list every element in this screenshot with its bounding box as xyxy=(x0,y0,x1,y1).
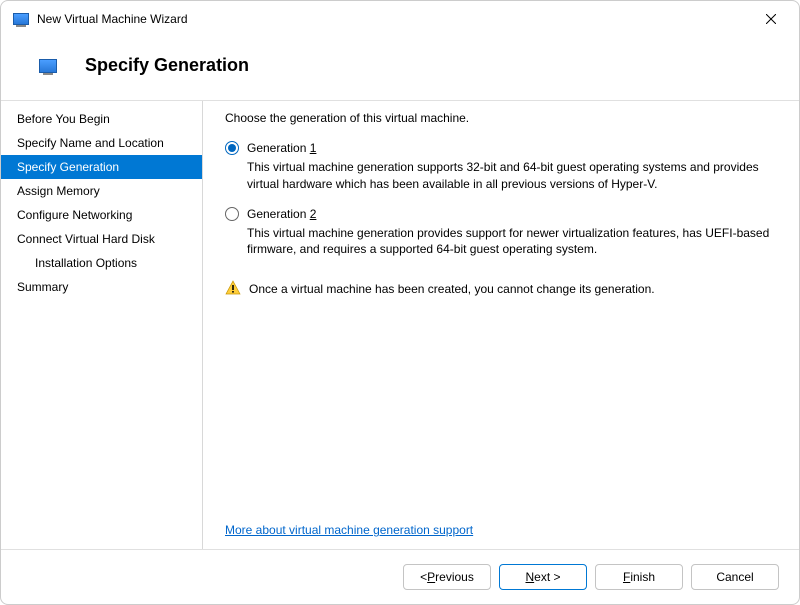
warning-notice: Once a virtual machine has been created,… xyxy=(225,280,777,298)
footer-buttons: < Previous Next > Finish Cancel xyxy=(1,549,799,604)
wizard-steps-sidebar: Before You Begin Specify Name and Locati… xyxy=(1,101,203,549)
sidebar-item-summary[interactable]: Summary xyxy=(1,275,202,299)
cancel-button[interactable]: Cancel xyxy=(691,564,779,590)
radio-gen1-input[interactable] xyxy=(225,141,239,155)
radio-gen2-input[interactable] xyxy=(225,207,239,221)
sidebar-item-configure-networking[interactable]: Configure Networking xyxy=(1,203,202,227)
radio-gen1-label: Generation 1 xyxy=(247,141,316,155)
close-icon xyxy=(766,14,776,24)
radio-gen2-description: This virtual machine generation provides… xyxy=(247,225,777,259)
warning-text: Once a virtual machine has been created,… xyxy=(249,280,655,298)
app-icon xyxy=(13,13,29,25)
sidebar-item-specify-name-location[interactable]: Specify Name and Location xyxy=(1,131,202,155)
sidebar-item-before-you-begin[interactable]: Before You Begin xyxy=(1,107,202,131)
close-button[interactable] xyxy=(755,7,787,31)
next-button[interactable]: Next > xyxy=(499,564,587,590)
warning-icon xyxy=(225,280,241,296)
previous-button[interactable]: < Previous xyxy=(403,564,491,590)
finish-button[interactable]: Finish xyxy=(595,564,683,590)
radio-gen2-label: Generation 2 xyxy=(247,207,316,221)
window-title: New Virtual Machine Wizard xyxy=(37,12,755,26)
sidebar-item-connect-vhd[interactable]: Connect Virtual Hard Disk xyxy=(1,227,202,251)
radio-option-gen2[interactable]: Generation 2 This virtual machine genera… xyxy=(225,207,777,259)
sidebar-item-installation-options[interactable]: Installation Options xyxy=(1,251,202,275)
header-banner: Specify Generation xyxy=(1,37,799,100)
titlebar: New Virtual Machine Wizard xyxy=(1,1,799,37)
radio-gen1-description: This virtual machine generation supports… xyxy=(247,159,777,193)
more-about-link[interactable]: More about virtual machine generation su… xyxy=(225,523,473,537)
content-pane: Choose the generation of this virtual ma… xyxy=(203,101,799,549)
sidebar-item-assign-memory[interactable]: Assign Memory xyxy=(1,179,202,203)
instruction-text: Choose the generation of this virtual ma… xyxy=(225,111,777,125)
radio-option-gen1[interactable]: Generation 1 This virtual machine genera… xyxy=(225,141,777,193)
body: Before You Begin Specify Name and Locati… xyxy=(1,100,799,549)
sidebar-item-specify-generation[interactable]: Specify Generation xyxy=(1,155,202,179)
wizard-window: New Virtual Machine Wizard Specify Gener… xyxy=(0,0,800,605)
vm-icon xyxy=(39,59,57,73)
page-title: Specify Generation xyxy=(85,55,249,76)
